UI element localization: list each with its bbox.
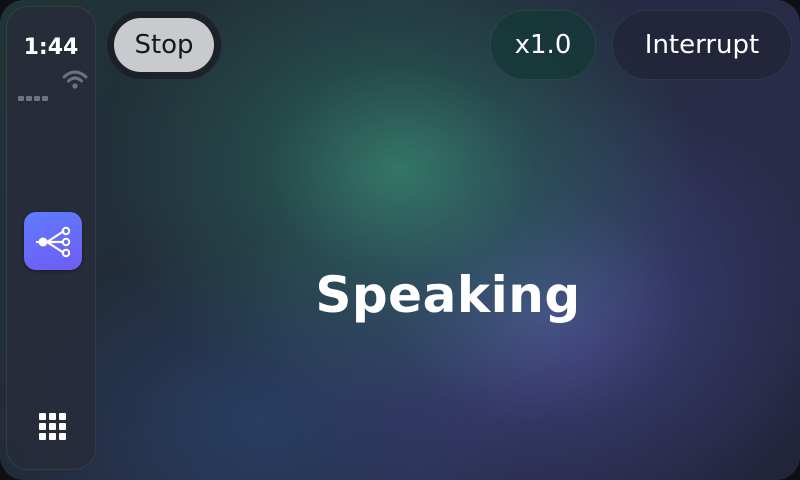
- stop-button[interactable]: Stop: [114, 18, 214, 72]
- app-grid-icon[interactable]: [38, 412, 68, 442]
- branch-tree-icon: [36, 226, 71, 258]
- interrupt-button[interactable]: Interrupt: [612, 10, 792, 80]
- playback-speed-button[interactable]: x1.0: [490, 10, 596, 80]
- side-dock: 1:44: [6, 6, 96, 470]
- carplay-screen: 1:44 Stop x1.0 Interrupt Speaking: [0, 0, 800, 480]
- workflow-app-button[interactable]: [24, 212, 82, 270]
- clock-time: 1:44: [23, 35, 79, 60]
- wifi-icon: [61, 68, 89, 92]
- stop-button-container: Stop: [106, 10, 222, 80]
- speaking-status-text: Speaking: [315, 266, 581, 324]
- cellular-signal-icon: [18, 86, 54, 101]
